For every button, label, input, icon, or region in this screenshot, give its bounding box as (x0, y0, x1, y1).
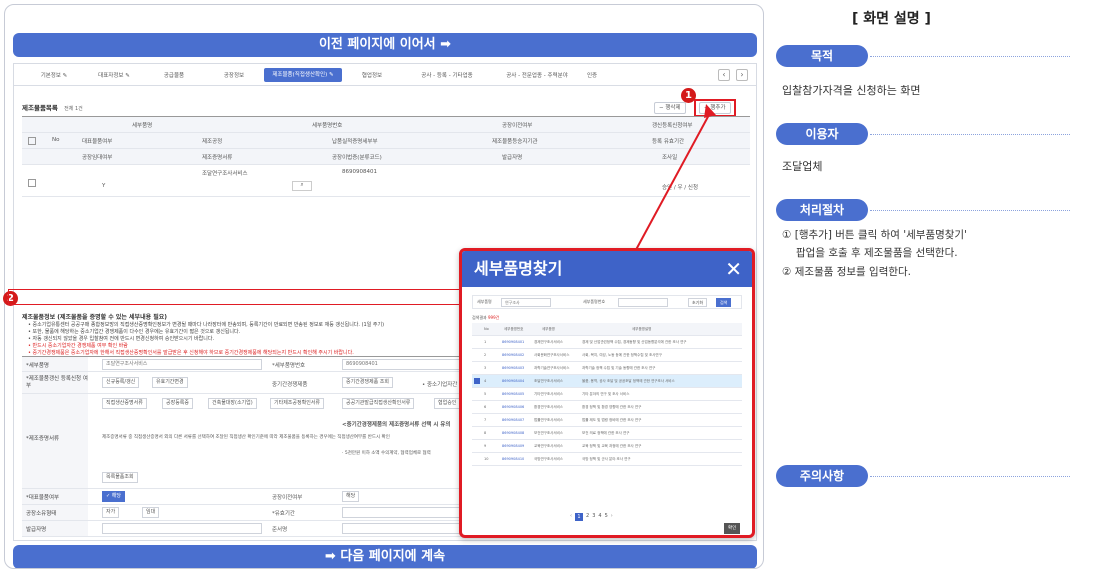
page-button[interactable]: 5 (605, 513, 608, 521)
search-label: 세부품명 (477, 299, 492, 304)
col-no: No (484, 327, 489, 331)
reset-button[interactable]: 초기화 (688, 298, 708, 307)
search-form: 세부품명 연구조사 세부품명번호 초기화 검색 (472, 295, 742, 309)
result-header: No 세부품명번호 세부품명 세부품명설명 (472, 323, 742, 336)
result-row[interactable]: 6 8690908406 환경연구조사서비스 환경 정책 및 환경 영향에 관한 조사… (472, 401, 742, 414)
result-summary: 검색결과 999건 (472, 315, 500, 320)
search-label: 세부품명번호 (583, 299, 606, 304)
result-row[interactable]: 2 8690908402 사회문화연구조사서비스 사회, 복지, 여성, 노동 등에 … (472, 349, 742, 362)
search-button[interactable]: 검색 (716, 298, 732, 307)
result-row[interactable]: 3 8690908403 과학기술연구조사서비스 과학기술 정책 수립 및 기술 동향… (472, 362, 742, 375)
pagination: ‹ 1 2 3 4 5 › (570, 513, 613, 521)
chevron-left-icon[interactable]: ‹ (570, 513, 572, 521)
result-row[interactable]: 9 8690908409 교육연구조사서비스 교육 정책 및 교육 과정에 관한 조사… (472, 440, 742, 453)
chevron-right-icon[interactable]: › (611, 513, 613, 521)
confirm-button[interactable]: 확인 (724, 523, 741, 534)
col-code: 세부품명번호 (504, 327, 524, 331)
page-button[interactable]: 2 (586, 513, 589, 521)
page-button[interactable]: 3 (592, 513, 595, 521)
result-row[interactable]: 7 8690908407 법률연구조사서비스 법률 제도 및 법령 정비에 관한 조사… (472, 414, 742, 427)
result-row[interactable]: 10 8690908410 국방연구조사서비스 국방 정책 및 군사 분야 조사 연구 (472, 453, 742, 466)
col-desc: 세부품명설명 (632, 327, 652, 331)
row-checkbox[interactable] (474, 378, 480, 384)
popup-header: 세부품명찾기 ✕ (462, 251, 752, 287)
result-row-selected[interactable]: 4 8690908404 조달연구조사서비스 물품, 용역, 공사 조달 및 공공조달… (472, 375, 742, 388)
col-name: 세부품명 (542, 327, 555, 331)
popup-title: 세부품명찾기 (474, 259, 563, 278)
item-search-popup: 세부품명찾기 ✕ 세부품명 연구조사 세부품명번호 초기화 검색 검색결과 99… (459, 248, 755, 538)
search-input[interactable]: 연구조사 (501, 298, 551, 307)
result-row[interactable]: 1 8690908401 경제연구조사서비스 경제 및 산업관련정책 수립, 경제동향… (472, 336, 742, 349)
close-icon[interactable]: ✕ (725, 251, 742, 287)
result-row[interactable]: 8 8690908408 보건연구조사서비스 보건 의료 정책에 관한 조사 연구 (472, 427, 742, 440)
result-row[interactable]: 5 8690908405 기타연구조사서비스 기타 분야의 연구 및 조사 서비스 (472, 388, 742, 401)
page-button[interactable]: 1 (575, 513, 583, 521)
page-button[interactable]: 4 (598, 513, 601, 521)
search-number-input[interactable] (618, 298, 668, 307)
